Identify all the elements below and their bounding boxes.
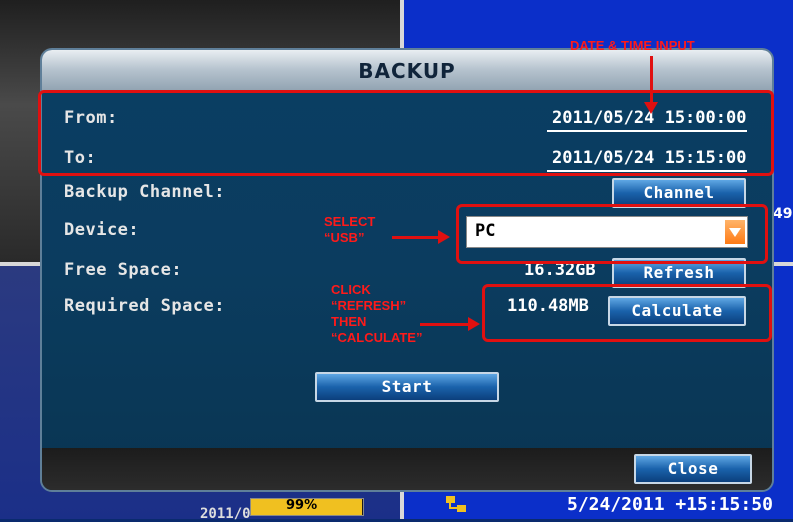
datetime-arrow-icon bbox=[644, 56, 658, 114]
select-usb-arrow-icon bbox=[392, 230, 450, 244]
free-space-label: Free Space: bbox=[64, 260, 183, 280]
dialog-titlebar: BACKUP bbox=[42, 50, 772, 92]
dialog-title: BACKUP bbox=[358, 59, 456, 83]
datetime-annotation-text: DATE & TIME INPUT bbox=[570, 38, 695, 53]
space-highlight-box bbox=[482, 284, 772, 342]
progress-percent: 99% bbox=[286, 498, 318, 513]
start-button[interactable]: Start bbox=[315, 372, 499, 402]
right-camera-timestamp: 5/24/2011 +15:15:50 bbox=[567, 494, 773, 515]
device-label: Device: bbox=[64, 220, 140, 240]
datetime-highlight-box bbox=[38, 90, 774, 176]
click-refresh-arrow-icon bbox=[420, 317, 480, 331]
click-refresh-annotation-text: CLICK “REFRESH” THEN “CALCULATE” bbox=[331, 282, 423, 345]
camera-edge-timestamp: 49 bbox=[773, 206, 793, 222]
network-icon bbox=[446, 496, 466, 512]
select-usb-annotation-text: SELECT “USB” bbox=[324, 214, 376, 245]
left-camera-timestamp: 2011/05/24 15:15:49 bbox=[200, 506, 250, 522]
close-button[interactable]: Close bbox=[634, 454, 752, 484]
device-highlight-box bbox=[456, 204, 768, 264]
required-space-label: Required Space: bbox=[64, 296, 226, 316]
backup-channel-label: Backup Channel: bbox=[64, 182, 226, 202]
